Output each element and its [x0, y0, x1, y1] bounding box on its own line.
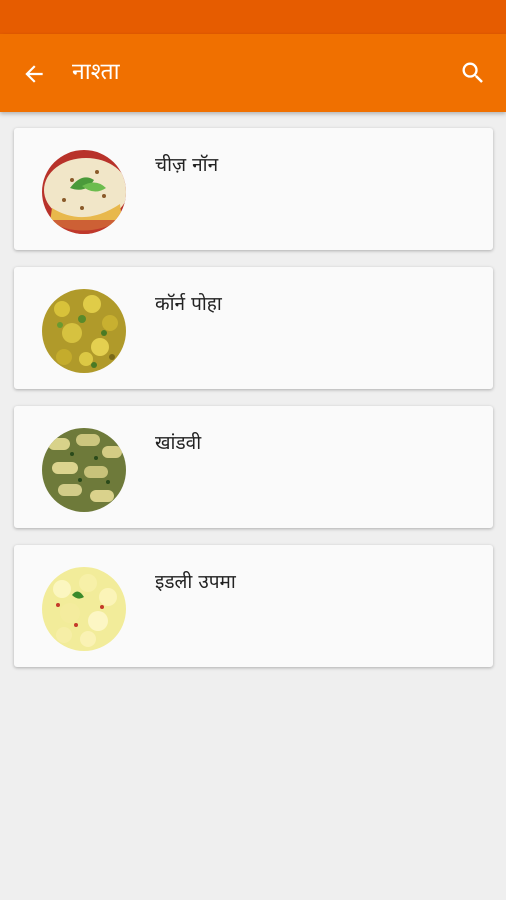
recipe-title: इडली उपमा: [155, 571, 236, 593]
list-item[interactable]: खांडवी: [14, 406, 493, 528]
list-item[interactable]: चीज़ नॉन: [14, 128, 493, 250]
recipe-list: चीज़ नॉन कॉर्न पोहा खांडवी इडली उपमा: [0, 112, 506, 667]
search-icon: [462, 62, 483, 83]
recipe-thumbnail: [42, 150, 126, 234]
recipe-title: खांडवी: [155, 432, 202, 454]
page-title: नाश्ता: [72, 59, 120, 85]
list-item[interactable]: कॉर्न पोहा: [14, 267, 493, 389]
status-bar: [0, 0, 506, 34]
recipe-thumbnail: [42, 289, 126, 373]
back-button[interactable]: [18, 58, 50, 90]
list-item[interactable]: इडली उपमा: [14, 545, 493, 667]
recipe-thumbnail: [42, 567, 126, 651]
arrow-back-icon: [25, 65, 43, 83]
recipe-title: चीज़ नॉन: [155, 154, 219, 176]
search-button[interactable]: [456, 56, 490, 90]
recipe-title: कॉर्न पोहा: [155, 293, 222, 315]
recipe-thumbnail: [42, 428, 126, 512]
app-bar: नाश्ता: [0, 34, 506, 112]
